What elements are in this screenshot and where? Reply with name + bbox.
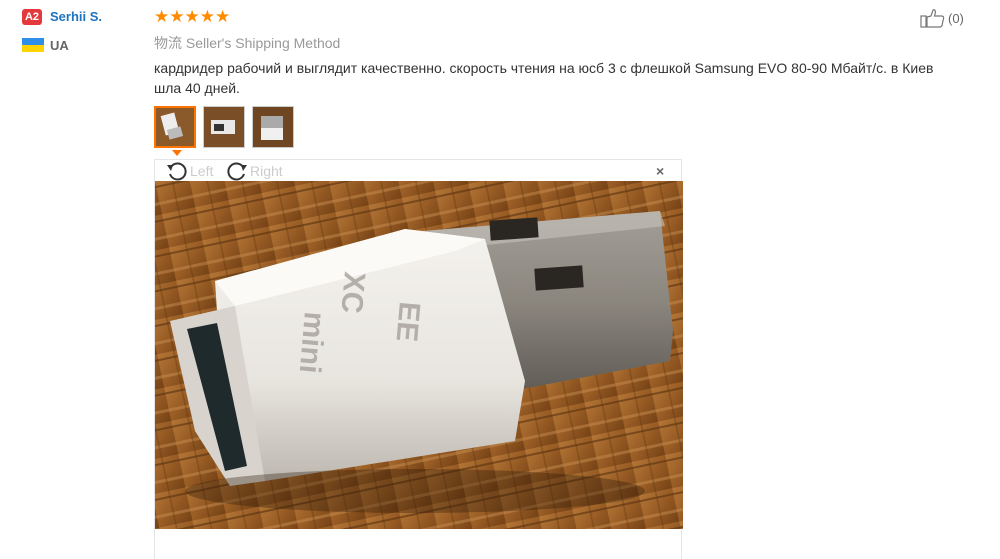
star-icon: ★	[154, 7, 170, 26]
rotate-right-button[interactable]: Right	[226, 161, 283, 181]
review-thumbnail[interactable]	[203, 106, 245, 148]
star-icon: ★	[184, 7, 200, 26]
rotate-left-icon	[167, 162, 187, 181]
rotate-left-button[interactable]: Left	[166, 161, 213, 181]
svg-text:mini: mini	[293, 310, 331, 374]
rotate-left-label: Left	[190, 163, 214, 179]
star-icon: ★	[199, 7, 215, 26]
svg-text:EE: EE	[390, 300, 426, 343]
review-thumbnail[interactable]	[154, 106, 196, 148]
level-badge: A2	[22, 9, 42, 25]
helpful-button[interactable]: (0)	[920, 8, 964, 28]
svg-text:XC: XC	[334, 270, 371, 314]
active-thumbnail-indicator	[172, 150, 182, 156]
review-text: кардридер рабочий и выглядит качественно…	[154, 60, 934, 96]
review-thumbnail[interactable]	[252, 106, 294, 148]
helpful-count: (0)	[948, 10, 964, 26]
rotate-right-label: Right	[250, 163, 283, 179]
review-thumbnails	[154, 106, 294, 148]
thumbs-up-icon	[920, 9, 945, 28]
rotate-right-icon	[227, 162, 247, 181]
reviewer-country: UA	[50, 38, 69, 53]
star-icon: ★	[215, 7, 231, 26]
review-photo: mini XC EE	[155, 181, 683, 529]
close-icon[interactable]: ×	[656, 163, 664, 179]
country-flag-icon	[22, 38, 44, 52]
shipping-method: 物流 Seller's Shipping Method	[154, 35, 341, 51]
star-icon: ★	[169, 7, 185, 26]
star-rating: ★★★★★	[154, 7, 230, 27]
reviewer-name[interactable]: Serhii S.	[50, 9, 102, 24]
